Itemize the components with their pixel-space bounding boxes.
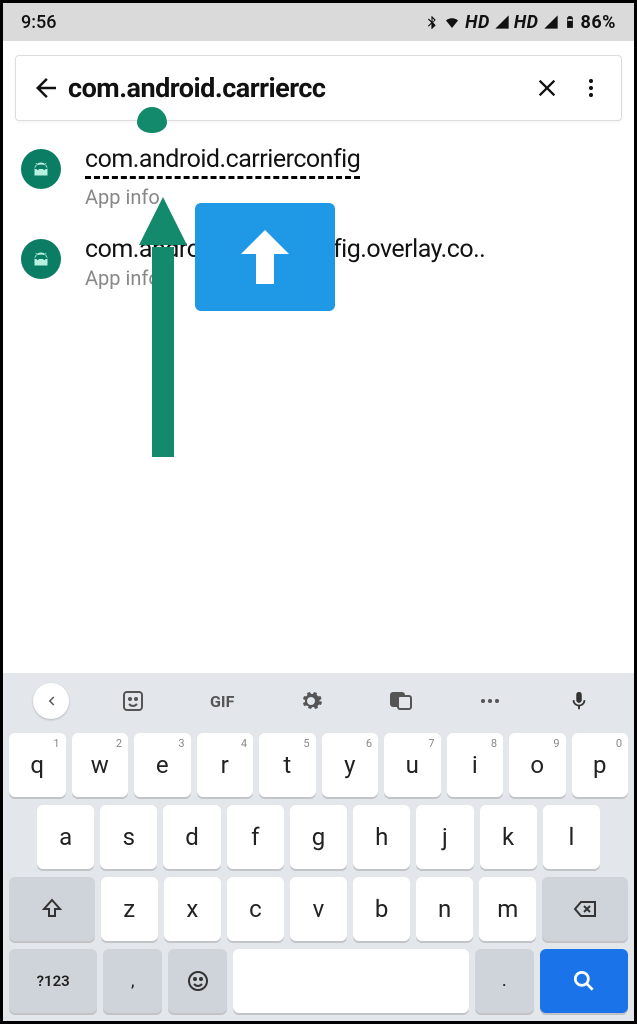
key-d[interactable]: d bbox=[163, 805, 220, 869]
signal-icon bbox=[543, 14, 559, 30]
shift-key[interactable] bbox=[9, 877, 95, 941]
signal-icon bbox=[494, 14, 510, 30]
key-o[interactable]: o9 bbox=[509, 733, 566, 797]
emoji-key[interactable] bbox=[168, 949, 227, 1013]
period-key[interactable]: . bbox=[475, 949, 534, 1013]
mic-button[interactable] bbox=[554, 681, 604, 721]
key-h[interactable]: h bbox=[353, 805, 410, 869]
sticker-icon bbox=[121, 689, 145, 713]
status-right: HD HD 86% bbox=[425, 12, 616, 33]
key-e[interactable]: e3 bbox=[134, 733, 191, 797]
backspace-key[interactable] bbox=[542, 877, 628, 941]
bluetooth-icon bbox=[425, 13, 439, 31]
close-icon bbox=[533, 74, 561, 102]
gif-button[interactable]: GIF bbox=[197, 681, 247, 721]
keyboard: GIF q1 w2 e3 r4 t5 y6 u7 i8 o9 p0 a s d … bbox=[3, 673, 634, 1021]
backspace-icon bbox=[573, 897, 597, 921]
chevron-left-icon bbox=[42, 692, 60, 710]
more-horiz-icon bbox=[478, 689, 502, 713]
key-u[interactable]: u7 bbox=[384, 733, 441, 797]
sticker-button[interactable] bbox=[108, 681, 158, 721]
result-subtitle: App info bbox=[85, 266, 616, 290]
key-f[interactable]: f bbox=[227, 805, 284, 869]
result-item[interactable]: com.android.carrierconfig App info bbox=[21, 145, 616, 209]
annotation-blob bbox=[137, 107, 167, 133]
keyboard-row-4: ?123 , . bbox=[3, 945, 634, 1021]
key-j[interactable]: j bbox=[416, 805, 473, 869]
symbols-key[interactable]: ?123 bbox=[9, 949, 97, 1013]
gear-icon bbox=[299, 689, 323, 713]
key-z[interactable]: z bbox=[101, 877, 158, 941]
status-time: 9:56 bbox=[21, 12, 56, 33]
arrow-left-icon bbox=[31, 73, 61, 103]
key-t[interactable]: t5 bbox=[259, 733, 316, 797]
key-i[interactable]: i8 bbox=[447, 733, 504, 797]
key-m[interactable]: m bbox=[479, 877, 536, 941]
keyboard-row-1: q1 w2 e3 r4 t5 y6 u7 i8 o9 p0 bbox=[3, 729, 634, 801]
status-bar: 9:56 HD HD 86% bbox=[3, 3, 634, 41]
key-s[interactable]: s bbox=[100, 805, 157, 869]
collapse-button[interactable] bbox=[33, 683, 69, 719]
emoji-icon bbox=[186, 969, 210, 993]
wifi-icon bbox=[443, 13, 461, 31]
key-g[interactable]: g bbox=[290, 805, 347, 869]
key-a[interactable]: a bbox=[37, 805, 94, 869]
key-v[interactable]: v bbox=[290, 877, 347, 941]
battery-icon bbox=[563, 12, 577, 32]
keyboard-row-3: z x c v b n m bbox=[3, 873, 634, 945]
key-l[interactable]: l bbox=[543, 805, 600, 869]
comma-key[interactable]: , bbox=[103, 949, 162, 1013]
arrow-up-icon bbox=[229, 213, 301, 301]
clear-button[interactable] bbox=[525, 66, 569, 110]
translate-button[interactable] bbox=[376, 681, 426, 721]
key-x[interactable]: x bbox=[164, 877, 221, 941]
space-key[interactable] bbox=[233, 949, 469, 1013]
key-n[interactable]: n bbox=[416, 877, 473, 941]
key-q[interactable]: q1 bbox=[9, 733, 66, 797]
key-b[interactable]: b bbox=[353, 877, 410, 941]
back-button[interactable] bbox=[24, 66, 68, 110]
more-button[interactable] bbox=[465, 681, 515, 721]
search-icon bbox=[571, 968, 597, 994]
annotation-callout bbox=[195, 203, 335, 311]
key-k[interactable]: k bbox=[480, 805, 537, 869]
more-vert-icon bbox=[579, 76, 603, 100]
result-title: com.android.carrierconfig bbox=[85, 145, 360, 179]
overflow-menu-button[interactable] bbox=[569, 66, 613, 110]
shift-icon bbox=[40, 897, 64, 921]
key-c[interactable]: c bbox=[227, 877, 284, 941]
mic-icon bbox=[568, 690, 590, 712]
key-p[interactable]: p0 bbox=[572, 733, 629, 797]
search-input[interactable]: com.android.carriercc bbox=[68, 72, 525, 104]
search-key[interactable] bbox=[540, 949, 628, 1013]
app-icon bbox=[21, 149, 61, 189]
keyboard-row-2: a s d f g h j k l bbox=[3, 801, 634, 873]
key-w[interactable]: w2 bbox=[72, 733, 129, 797]
translate-icon bbox=[389, 689, 413, 713]
app-icon bbox=[21, 239, 61, 279]
settings-button[interactable] bbox=[286, 681, 336, 721]
keyboard-toolbar: GIF bbox=[3, 673, 634, 729]
key-r[interactable]: r4 bbox=[197, 733, 254, 797]
search-bar: com.android.carriercc bbox=[15, 55, 622, 121]
key-y[interactable]: y6 bbox=[322, 733, 379, 797]
result-subtitle: App info bbox=[85, 185, 616, 209]
